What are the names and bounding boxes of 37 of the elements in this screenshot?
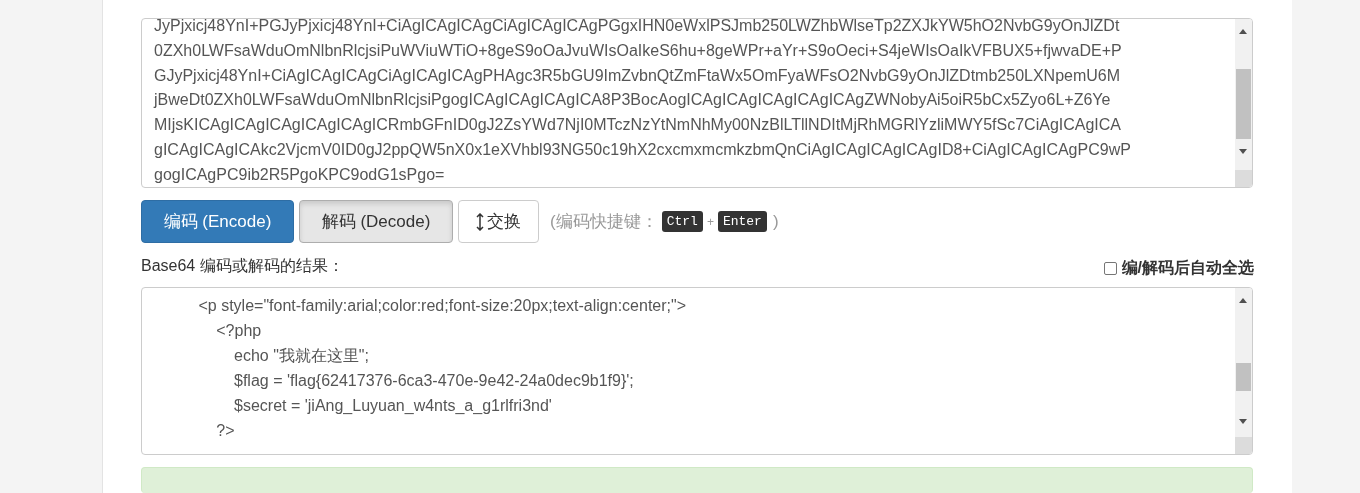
checkbox-label: 编/解码后自动全选 — [1121, 258, 1254, 278]
decode-button[interactable]: 解码 (Decode) — [299, 200, 453, 243]
shortcut-hint: (编码快捷键： — [550, 210, 658, 233]
shortcut-hint: ) — [772, 210, 779, 233]
scroll-thumb[interactable] — [1236, 363, 1251, 391]
code-line: echo "我就在这里"; — [233, 346, 370, 366]
scroll-thumb[interactable] — [1236, 69, 1251, 139]
checkbox[interactable] — [1103, 261, 1117, 275]
key-cap: Enter — [717, 210, 767, 233]
text-line: MIjsKICAgICAgICAgICAgICAgICRmbGFnID0gJ2ZsYWd7NjI0MTczNzYtNmNhMy00NzBlLTllNDItMjRhMGRlYzliMWY5fSc7CiAgICAgICA — [154, 115, 1122, 136]
scrollbar[interactable] — [1235, 19, 1252, 187]
scroll-down-icon[interactable] — [1239, 149, 1247, 154]
scroll-up-icon[interactable] — [1239, 29, 1247, 34]
text-line: JyPjxicj48YnI+PGJyPjxicj48YnI+CiAgICAgICAgCiAgICAgICAgPGgxIHN0eWxlPSJmb250LWZhbWlseTp2ZXJkYW5hO2NvbG9yOnJlZDt — [154, 19, 1121, 36]
resize-handle[interactable] — [1235, 170, 1252, 187]
result-field[interactable]: <p style="font-family:arial;color:red;font-size:20px;text-align:center;"> <?php echo "我就在这里"; $flag = 'flag{62417376-6ca3-470e-9e42-24a0dec9b1f9}'; $secret = 'jiAng_Luyuan_w4nts_a_g1rlfri3nd' ?> — [141, 287, 1253, 455]
plus-sign: + — [706, 213, 714, 231]
input-field[interactable] — [141, 18, 1253, 188]
text-line: gICAgICAgICAkc2VjcmV0ID0gJ2ppQW5nX0x1eXVhbl93NG50c19hX2cxcmxmcmkzbmQnCiAgICAgICAgICAgID8+CiAgICAgICAgPC9wP — [154, 140, 1132, 160]
resize-handle[interactable] — [1235, 437, 1252, 454]
text-line: gogICAgPC9ib2R5PgoKPC9odG1sPgo= — [154, 164, 446, 185]
text-line: jBweDt0ZXh0LWFsaWduOmNlbnRlcjsiPgogICAgICAgICAgICA8P3BocAogICAgICAgICAgICAgICAgZWNobyAi5oiR5bCx5Zyo6L+Z6Ye — [154, 90, 1112, 111]
scroll-up-icon[interactable] — [1239, 298, 1247, 303]
text-line: GJyPjxicj48YnI+CiAgICAgICAgCiAgICAgICAgPHAgc3R5bGU9ImZvbnQtZmFtaWx5OmFyaWFsO2NvbG9yOnJlZDtmb250LXNpemU6M — [154, 65, 1122, 86]
up-down-arrow-icon — [476, 212, 484, 231]
text-line: 0ZXh0LWFsaWduOmNlbnRlcjsiPuWViuWTiO+8geS9oOaJvuWIsOaIkeS6hu+8geWPr+aYr+S9oOeci+S4jeWIsOaIkVFBUX5+fjwvaDE+P — [154, 40, 1123, 61]
scrollbar[interactable] — [1235, 288, 1252, 454]
encode-button[interactable]: 编码 (Encode) — [141, 200, 294, 243]
result-label: Base64 编码或解码的结果： — [141, 256, 344, 276]
swap-button[interactable]: 交换 — [458, 200, 539, 243]
code-line: <p style="font-family:arial;color:red;font-size:20px;text-align:center;"> — [197, 296, 688, 316]
code-line: $secret = 'jiAng_Luyuan_w4nts_a_g1rlfri3nd' — [233, 396, 553, 416]
code-line: ?> — [215, 421, 236, 441]
code-line: <?php — [215, 321, 263, 341]
code-line: $flag = 'flag{62417376-6ca3-470e-9e42-24a0dec9b1f9}'; — [233, 371, 635, 391]
key-cap: Ctrl — [661, 210, 703, 233]
scroll-down-icon[interactable] — [1239, 419, 1247, 424]
